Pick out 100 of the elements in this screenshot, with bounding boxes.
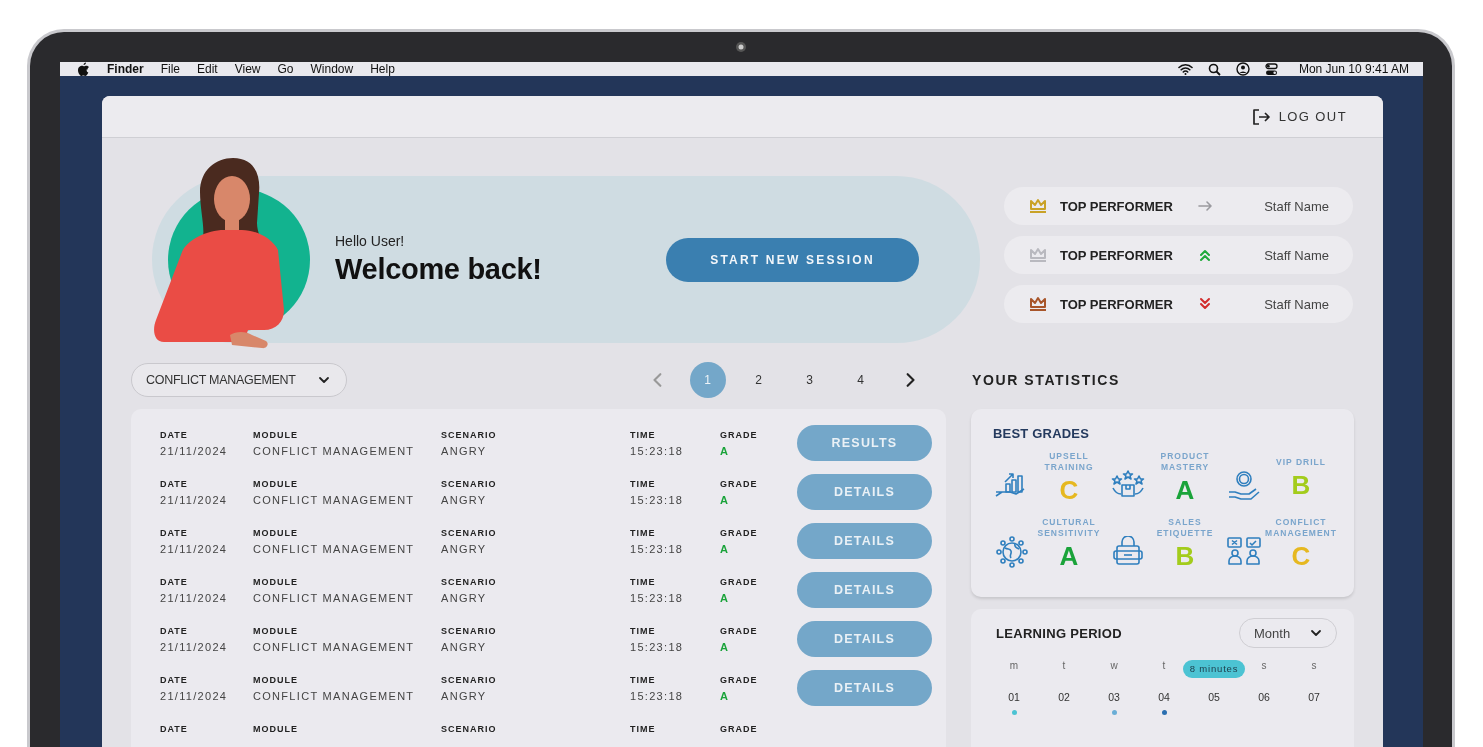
column-label: SCENARIO (441, 577, 498, 587)
weekday-label: s (1261, 660, 1267, 673)
gear-globe-icon (993, 535, 1031, 568)
column-label: DATE (160, 626, 189, 636)
menu-item[interactable]: View (234, 62, 261, 76)
cell-value: 21/11/2024 (160, 494, 229, 506)
column-label: GRADE (720, 577, 759, 587)
cell-value: ANGRY (441, 543, 488, 555)
column-label: TIME (630, 479, 657, 489)
column-label: GRADE (720, 675, 759, 685)
grade-letter: C (1291, 541, 1311, 572)
column-label: TIME (630, 430, 657, 440)
camera-icon (735, 41, 747, 53)
column-label: DATE (160, 577, 189, 587)
column-label: SCENARIO (441, 528, 498, 538)
calendar-day[interactable]: 01 (1008, 691, 1020, 703)
grade-letter: C (1059, 475, 1079, 506)
page-button[interactable]: 2 (740, 362, 777, 398)
grade-value: A (720, 641, 731, 653)
column-label: MODULE (253, 430, 299, 440)
wifi-icon[interactable] (1177, 63, 1193, 75)
logout-button[interactable]: LOG OUT (1251, 107, 1347, 126)
module-dropdown[interactable]: CONFLICT MANAGEMENT (131, 363, 347, 397)
grade-letter: A (1175, 475, 1195, 506)
cell-value: 21/11/2024 (160, 641, 229, 653)
page-button[interactable]: 4 (842, 362, 879, 398)
cell-value: 15:23:18 (630, 690, 685, 702)
column-label: DATE (160, 479, 189, 489)
column-label: MODULE (253, 479, 299, 489)
start-session-button[interactable]: START NEW SESSION (666, 237, 919, 282)
column-label: DATE (160, 528, 189, 538)
cell-value: ANGRY (441, 445, 488, 457)
weekday-label: w (1110, 660, 1118, 673)
grade-value: A (720, 592, 731, 604)
cell-value: CONFLICT MANAGEMENT (253, 690, 416, 702)
column-label: MODULE (253, 626, 299, 636)
grade-letter: B (1291, 469, 1311, 501)
column-label: GRADE (720, 724, 759, 734)
weekday-label: t (1162, 660, 1166, 673)
card-title: LEARNING PERIOD (996, 625, 1122, 641)
cell-value: ANGRY (441, 641, 488, 653)
menu-item[interactable]: Window (310, 62, 354, 76)
staff-name: Staff Name (1264, 247, 1329, 263)
page-button[interactable]: 3 (791, 362, 828, 398)
column-label: MODULE (253, 675, 299, 685)
grade-value: A (720, 543, 731, 555)
menu-item[interactable]: Go (277, 62, 294, 76)
cell-value: 21/11/2024 (160, 445, 229, 457)
menu-item[interactable]: Edit (197, 62, 218, 76)
module-name: SALES ETIQUETTE (1155, 517, 1215, 539)
staff-name: Staff Name (1264, 198, 1329, 214)
cell-value: ANGRY (441, 494, 488, 506)
column-label: SCENARIO (441, 675, 498, 685)
calendar-day[interactable]: 04 (1158, 691, 1170, 703)
grade-value: A (720, 494, 731, 506)
welcome-heading: Welcome back! (335, 253, 543, 286)
menu-item[interactable]: File (160, 62, 180, 76)
performer-label: TOP PERFORMER (1060, 247, 1174, 263)
calendar-day[interactable]: 07 (1308, 691, 1320, 703)
cell-value: 21/11/2024 (160, 592, 229, 604)
column-label: SCENARIO (441, 724, 498, 734)
grade-value: A (720, 445, 731, 457)
calendar-day[interactable]: 05 (1208, 691, 1220, 703)
cell-value: ANGRY (441, 690, 488, 702)
column-label: SCENARIO (441, 430, 498, 440)
cell-value: CONFLICT MANAGEMENT (253, 592, 416, 604)
period-dropdown[interactable]: Month (1239, 618, 1337, 648)
calendar-day[interactable]: 06 (1258, 691, 1270, 703)
column-label: GRADE (720, 528, 759, 538)
calendar-day[interactable]: 03 (1108, 691, 1120, 703)
app-menu[interactable]: Finder (107, 62, 144, 76)
grade-letter: A (1059, 541, 1079, 572)
calendar-day[interactable]: 02 (1058, 691, 1070, 703)
column-label: GRADE (720, 479, 759, 489)
column-label: TIME (630, 724, 657, 734)
column-label: TIME (630, 675, 657, 685)
module-name: CULTURAL SENSITIVITY (1036, 517, 1102, 539)
menu-item[interactable]: Help (370, 62, 395, 76)
performer-label: TOP PERFORMER (1060, 198, 1174, 214)
chevron-down-icon (1310, 627, 1323, 639)
column-label: SCENARIO (441, 479, 498, 489)
section-title: YOUR STATISTICS (971, 371, 1121, 390)
column-label: DATE (160, 675, 189, 685)
cell-value: CONFLICT MANAGEMENT (253, 543, 416, 555)
weekday-label: t (1062, 660, 1066, 673)
cell-value: 15:23:18 (630, 445, 685, 457)
cell-value: ANGRY (441, 592, 488, 604)
column-label: MODULE (253, 528, 299, 538)
apple-icon[interactable] (77, 62, 90, 76)
grade-letter: B (1175, 541, 1195, 572)
user-icon[interactable] (1235, 62, 1250, 76)
column-label: GRADE (720, 430, 759, 440)
module-name: VIP DRILL (1276, 456, 1326, 468)
toggle-icon[interactable] (1264, 62, 1278, 76)
column-label: DATE (160, 430, 189, 440)
search-icon[interactable] (1207, 62, 1221, 76)
column-label: DATE (160, 724, 189, 734)
performer-label: TOP PERFORMER (1060, 296, 1174, 312)
grade-value: A (720, 690, 731, 702)
module-name: UPSELL TRAINING (1043, 451, 1095, 473)
